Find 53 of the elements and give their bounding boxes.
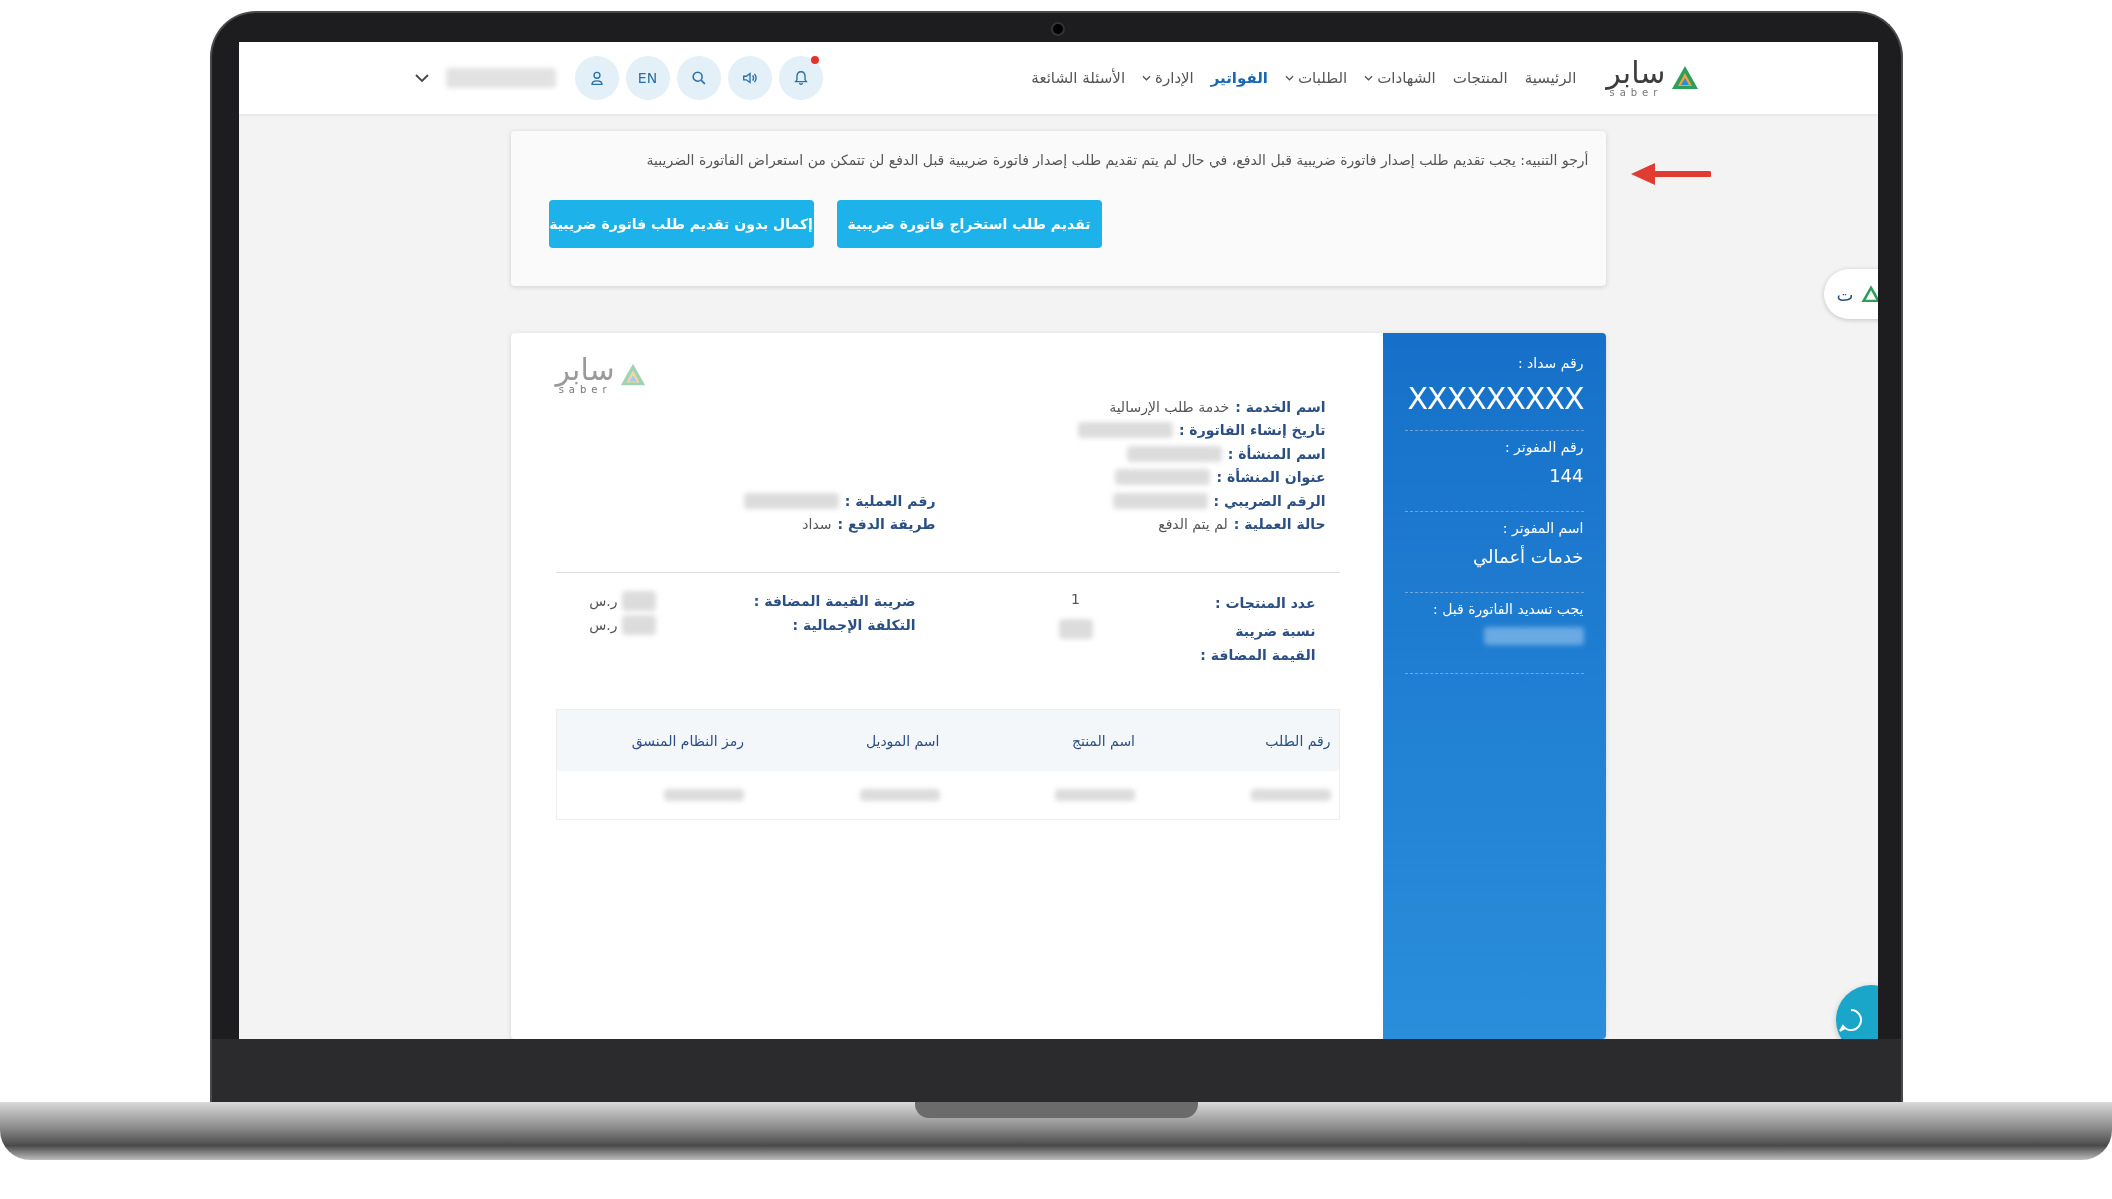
nav-link[interactable]: الأسئلة الشائعة	[1031, 69, 1126, 87]
field-label: حالة العملية :	[1233, 516, 1326, 533]
logo-wordmark: سابر	[1606, 58, 1666, 88]
chevron-down-icon[interactable]	[414, 73, 429, 83]
panel-label: اسم المفوتر :	[1502, 520, 1584, 536]
field-label: عدد المنتجات :	[1214, 594, 1316, 613]
notification-button[interactable]	[778, 56, 823, 100]
nav-link[interactable]: الطلبات	[1285, 69, 1348, 87]
field-value: خدمة طلب الإرسالية	[1109, 398, 1230, 415]
column-header: رمز النظام المنسق	[630, 732, 745, 749]
field-value: سداد	[802, 516, 832, 533]
logo-subtitle: saber	[558, 385, 612, 395]
nav-link[interactable]: الإدارة	[1142, 69, 1194, 87]
panel-value: خدمات أعمالي	[1473, 546, 1584, 567]
field-label: عنوان المنشأة :	[1216, 469, 1326, 486]
side-tab-label: ت	[1836, 283, 1854, 305]
column-header: اسم الموديل	[864, 732, 941, 749]
field-label: اسم الخدمة :	[1235, 398, 1326, 415]
side-tab[interactable]: ت	[1823, 269, 1878, 319]
field-label: طريقة الدفع :	[837, 516, 936, 533]
panel-value: XXXXXXXXX	[1407, 381, 1584, 416]
column-header: اسم المنتج	[1070, 732, 1136, 749]
field-label: نسبة ضريبة القيمة المضافة :	[1199, 622, 1316, 665]
field-label: الرقم الضريبي :	[1213, 492, 1326, 509]
field-label: ضريبة القيمة المضافة :	[752, 592, 916, 611]
sound-button[interactable]	[727, 56, 772, 100]
field-label: تاريخ إنشاء الفاتورة :	[1178, 422, 1326, 439]
field-value: 1	[1070, 591, 1081, 607]
logo-subtitle: saber	[1609, 88, 1663, 98]
column-header: رقم الطلب	[1264, 732, 1332, 749]
currency-label: ر.س	[589, 617, 618, 633]
field-value: لم يتم الدفع	[1158, 516, 1228, 533]
nav-link[interactable]: الفواتير	[1210, 69, 1268, 87]
panel-label: رقم سداد :	[1517, 355, 1584, 371]
field-label: التكلفة الإجمالية :	[791, 616, 916, 635]
panel-value: 144	[1549, 465, 1584, 486]
panel-label: يجب تسديد الفاتورة قبل :	[1433, 601, 1584, 617]
currency-label: ر.س	[589, 593, 618, 609]
field-label: رقم العملية :	[844, 492, 936, 509]
field-label: اسم المنشأة :	[1227, 445, 1326, 462]
panel-label: رقم المفوتر :	[1504, 439, 1584, 455]
nav-link[interactable]: الشهادات	[1364, 69, 1436, 87]
triangle-logo-icon	[1859, 283, 1878, 305]
search-button[interactable]	[676, 56, 721, 100]
notice-text: أرجو التنبيه: يجب تقديم طلب إصدار فاتورة ضريبية قبل الدفع، في حال لم يتم تقديم طلب إصدار فاتورة ضريبية قبل الدفع لن تتمكن من استعراض الفاتورة الضريبية	[645, 150, 1589, 171]
nav-link[interactable]: الرئيسية	[1524, 69, 1577, 87]
nav-link[interactable]: المنتجات	[1452, 69, 1508, 87]
search-icon	[689, 69, 708, 87]
language-button[interactable]: EN	[625, 56, 670, 100]
camera-dot	[1051, 22, 1065, 36]
logo-wordmark: سابر	[555, 355, 615, 385]
speaker-icon	[740, 69, 759, 87]
profile-button[interactable]	[574, 56, 619, 100]
